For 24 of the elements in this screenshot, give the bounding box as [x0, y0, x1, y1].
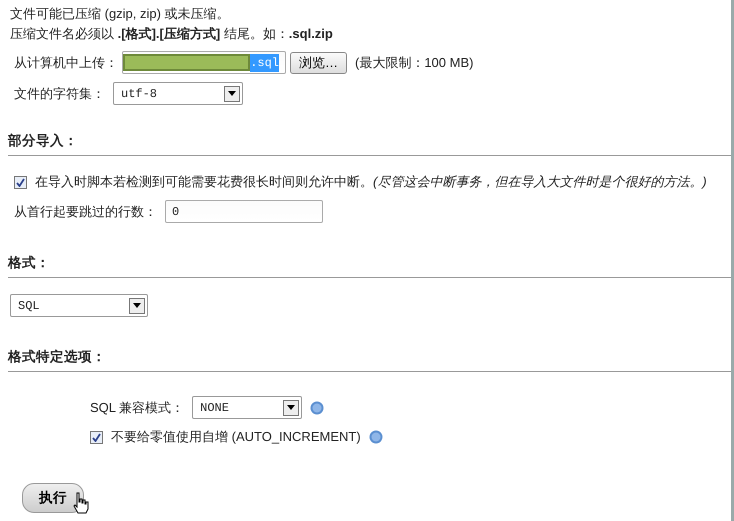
- execute-button[interactable]: 执行: [22, 482, 84, 513]
- charset-select[interactable]: utf-8: [113, 82, 243, 105]
- browse-button[interactable]: 浏览…: [290, 52, 347, 74]
- help-icon[interactable]: [368, 430, 383, 444]
- hand-cursor-icon: [72, 492, 90, 514]
- field-label: 从计算机中上传：: [14, 54, 118, 72]
- format-select[interactable]: SQL: [10, 294, 148, 317]
- intro-text: 文件可能已压缩 (gzip, zip) 或未压缩。: [10, 5, 231, 23]
- help-icon[interactable]: [310, 400, 324, 415]
- intro-text: 压缩文件名必须以 .[格式].[压缩方式] 结尾。如：.sql.zip: [10, 24, 334, 43]
- compat-mode-select[interactable]: NONE: [192, 396, 302, 420]
- field-label: 从首行起要跳过的行数：: [14, 202, 157, 220]
- checkbox-label: 不要给零值使用自增 (AUTO_INCREMENT): [111, 428, 361, 446]
- section-heading: 部分导入：: [8, 131, 731, 156]
- checkbox-label: 在导入时脚本若检测到可能需要花费很长时间则允许中断。: [35, 173, 373, 192]
- size-limit-text: (最大限制：100 MB): [355, 54, 474, 72]
- field-label: SQL 兼容模式：: [90, 399, 184, 417]
- checkbox[interactable]: [14, 176, 27, 188]
- section-heading: 格式：: [8, 252, 731, 278]
- note-text: (尽管这会中断事务，但在导入大文件时是个很好的方法。): [373, 173, 707, 192]
- skip-rows-field[interactable]: 0: [165, 200, 323, 223]
- checkbox[interactable]: [90, 430, 103, 444]
- field-label: 文件的字符集：: [14, 84, 105, 103]
- section-heading: 格式特定选项：: [8, 347, 731, 372]
